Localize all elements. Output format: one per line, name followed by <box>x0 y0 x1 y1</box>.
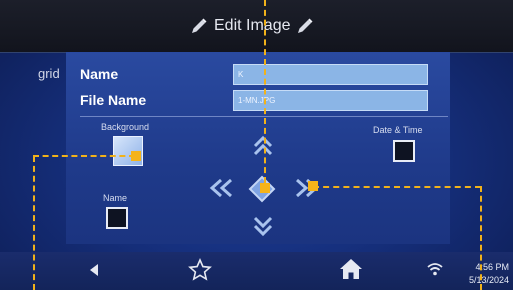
background-label: Background <box>101 122 150 132</box>
wifi-icon <box>427 262 443 276</box>
name-option-label: Name <box>103 193 128 203</box>
name-label: Name <box>80 66 119 82</box>
callout-marker-right <box>308 181 318 191</box>
star-outline-icon[interactable] <box>188 258 212 282</box>
callout-marker-background <box>131 151 141 161</box>
double-chevron-up-icon[interactable] <box>252 134 274 158</box>
name-input[interactable]: K <box>233 64 428 85</box>
double-chevron-left-icon[interactable] <box>208 177 236 199</box>
callout-marker-center <box>260 183 270 193</box>
touchscreen: Edit Image grid Name K File Name 1-MN.JP… <box>0 0 513 290</box>
pencil-icon <box>296 17 314 35</box>
callout-line-vertical-right <box>480 186 482 290</box>
title-group: Edit Image <box>190 14 314 38</box>
page-title: Edit Image <box>214 17 291 34</box>
title-bar: Edit Image <box>0 0 513 53</box>
pencil-icon <box>190 17 208 35</box>
callout-line-horizontal-left <box>33 155 135 157</box>
grid-label: grid <box>38 66 60 81</box>
double-chevron-down-icon[interactable] <box>252 214 274 238</box>
file-name-input[interactable]: 1-MN.JPG <box>233 90 428 111</box>
status-date: 5/13/2024 <box>468 275 509 285</box>
date-time-checkbox[interactable] <box>393 140 415 162</box>
callout-line-vertical-left <box>33 156 35 290</box>
home-icon[interactable] <box>339 258 363 280</box>
callout-line-vertical-center <box>264 0 266 183</box>
name-checkbox[interactable] <box>106 207 128 229</box>
date-time-label: Date & Time <box>373 125 423 135</box>
callout-line-horizontal-right <box>313 186 481 188</box>
back-triangle-icon[interactable] <box>88 263 100 277</box>
file-name-label: File Name <box>80 92 147 108</box>
